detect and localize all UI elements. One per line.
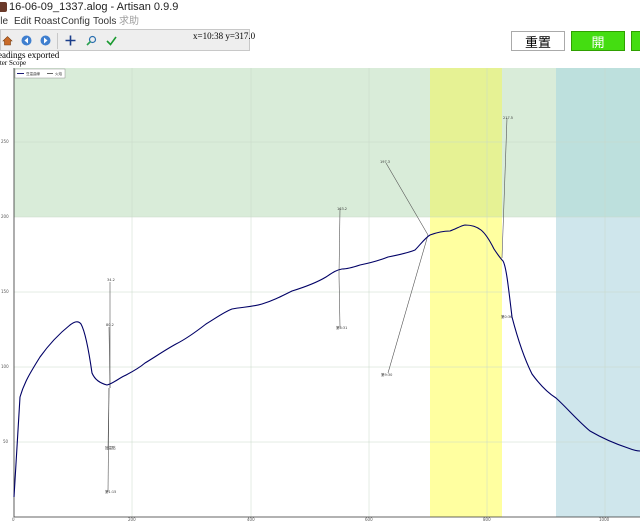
phase-band-green-right: [502, 68, 556, 217]
app-icon: [0, 2, 7, 12]
menu-edit[interactable]: Edit: [14, 15, 31, 29]
next-button[interactable]: [631, 31, 640, 51]
legend-label-flame: 火焰: [55, 71, 62, 76]
save-icon[interactable]: [105, 34, 118, 47]
annotation-label: 197.3: [380, 160, 390, 164]
start-button[interactable]: 開: [571, 31, 625, 51]
y-tick-label: 100: [1, 364, 9, 369]
menu-tools[interactable]: Tools: [93, 15, 116, 29]
y-tick-label: 50: [3, 439, 9, 444]
annotation-label: 第6:31: [336, 325, 347, 330]
cursor-coordinates: x=10:38 y=317.0: [193, 31, 256, 41]
annotation-label: 第0:36: [501, 314, 512, 319]
x-tick-label: 1000: [599, 517, 610, 521]
title-bar: 16-06-09_1337.alog - Artisan 0.9.9: [0, 0, 640, 15]
annotation-label: 80.2: [106, 323, 114, 327]
back-icon[interactable]: [20, 34, 33, 47]
annotation-label: 回温點: [105, 445, 116, 450]
y-tick-label: 150: [1, 289, 9, 294]
forward-icon[interactable]: [39, 34, 52, 47]
legend: 豆温曲線 火焰: [14, 68, 66, 79]
x-tick-label: 600: [365, 517, 373, 521]
x-tick-label: 800: [483, 517, 491, 521]
legend-label-bt: 豆温曲線: [26, 71, 40, 76]
reset-button[interactable]: 重置: [511, 31, 565, 51]
menu-bar: ile Edit Roast Config Tools 求助: [0, 15, 640, 29]
menu-roast[interactable]: Roast: [34, 15, 60, 29]
annotation-label: 第9:30: [381, 372, 392, 377]
annotation-label: 217.5: [503, 116, 513, 120]
phase-band-green: [14, 68, 430, 217]
roast-graph[interactable]: 50 100 150 200 250 0 200 400 600 800 100…: [0, 65, 640, 521]
phase-band-blue-top: [556, 68, 640, 217]
annotation-label: 34.2: [107, 278, 115, 282]
home-icon[interactable]: [1, 34, 14, 47]
annotation-label: 第1:15: [105, 489, 116, 494]
phase-band-yellow-top: [430, 68, 502, 217]
annotation-label: 163.2: [337, 207, 347, 211]
toolbar-separator: [57, 33, 58, 49]
x-tick-label: 400: [247, 517, 255, 521]
pan-icon[interactable]: [64, 34, 77, 47]
y-tick-label: 250: [1, 139, 9, 144]
x-tick-label: 200: [128, 517, 136, 521]
zoom-icon[interactable]: [85, 34, 98, 47]
x-tick-label: 0: [12, 517, 15, 521]
menu-help[interactable]: 求助: [119, 15, 139, 29]
menu-config[interactable]: Config: [61, 15, 90, 29]
window-title: 16-06-09_1337.alog - Artisan 0.9.9: [9, 1, 179, 13]
menu-file[interactable]: ile: [0, 15, 8, 29]
y-tick-label: 200: [1, 214, 9, 219]
